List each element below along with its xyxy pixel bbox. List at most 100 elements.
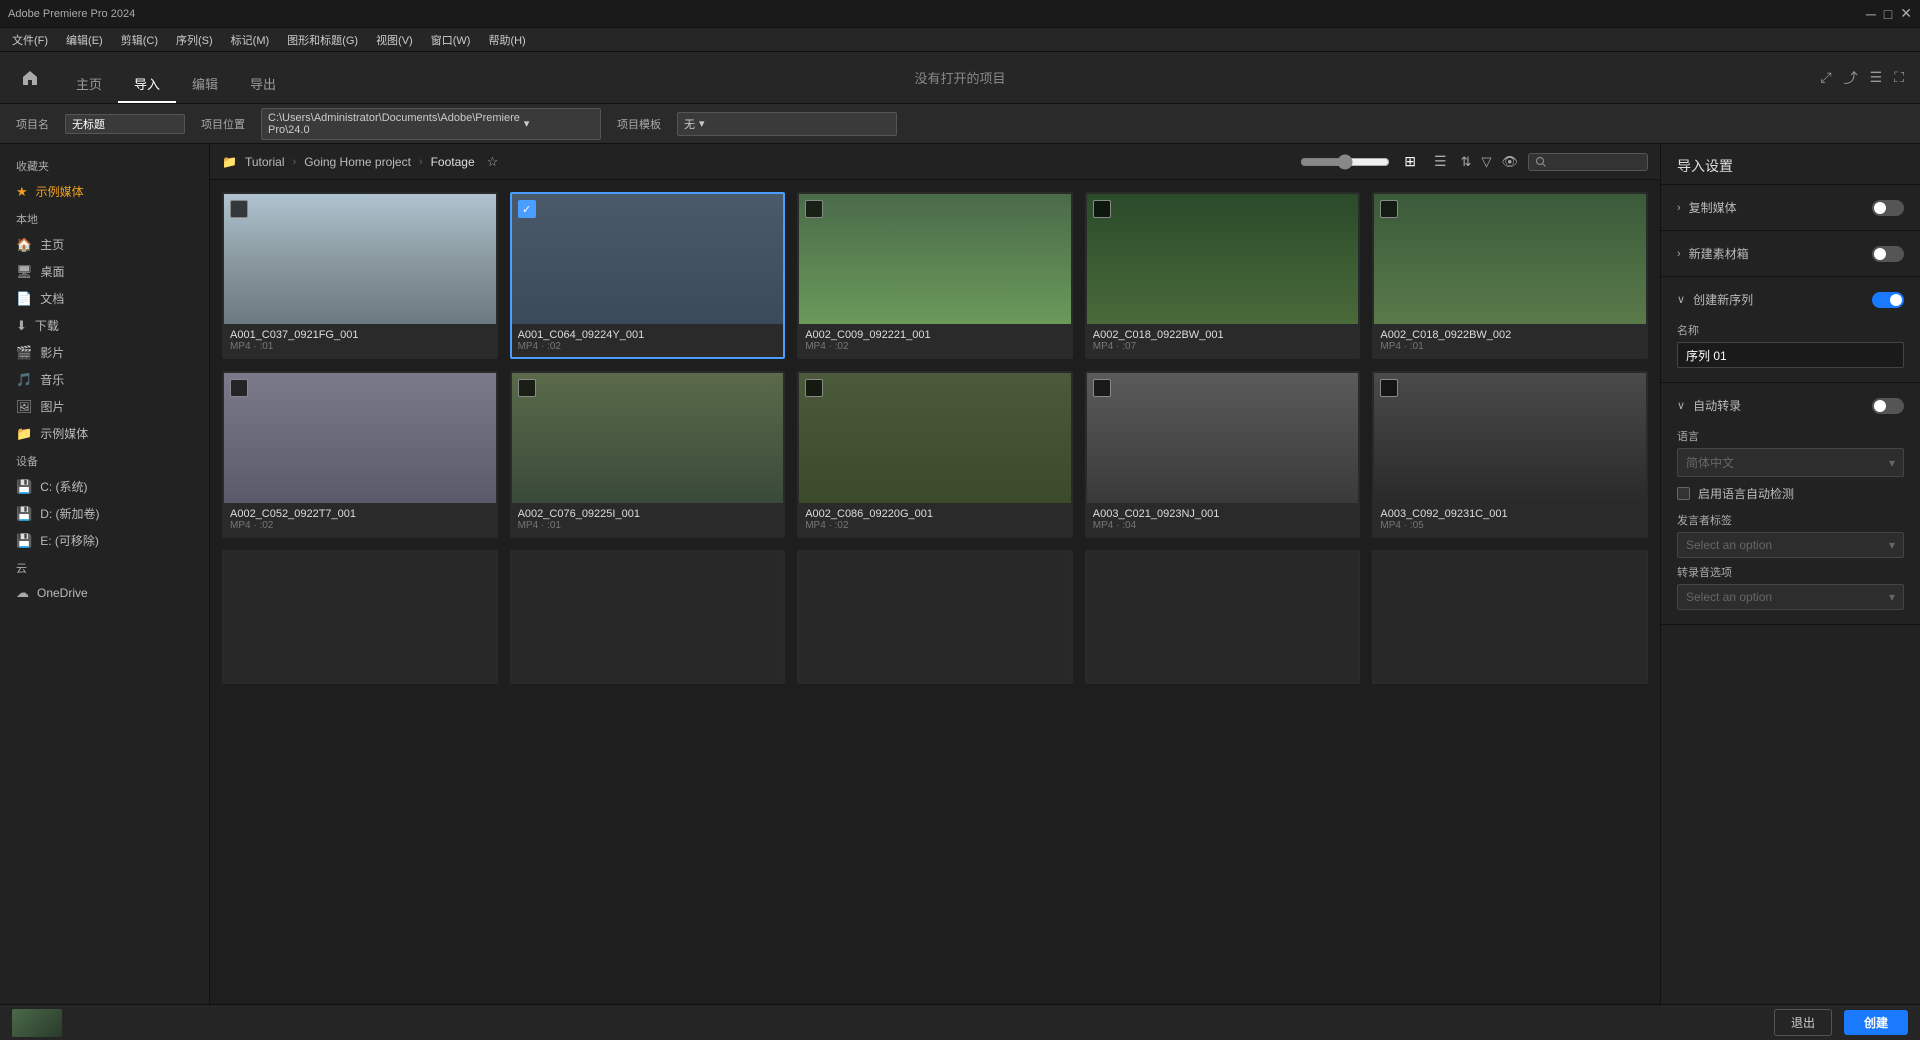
media-card-card-7[interactable]: A002_C076_09225I_001MP4 · :01 xyxy=(510,371,786,538)
sidebar-item-downloads[interactable]: ⬇ 下载 xyxy=(0,312,209,339)
card-checkbox-card-6[interactable] xyxy=(230,379,248,397)
new-bin-chevron[interactable]: › xyxy=(1677,248,1681,260)
share-icon[interactable]: ⤴ xyxy=(1844,68,1858,88)
card-checkbox-card-9[interactable] xyxy=(1093,379,1111,397)
transcribe-select[interactable]: Select an option ▾ xyxy=(1677,584,1904,610)
menu-markers[interactable]: 标记(M) xyxy=(223,30,278,50)
visibility-icon[interactable]: 👁 xyxy=(1501,154,1518,170)
template-select[interactable]: 无 ▾ xyxy=(677,112,897,136)
sidebar-item-d-drive[interactable]: 💾 D: (新加卷) xyxy=(0,500,209,527)
grid-view-button[interactable]: ⊞ xyxy=(1400,151,1420,172)
breadcrumb-item-tutorial[interactable]: Tutorial xyxy=(245,155,285,169)
sidebar-item-onedrive[interactable]: ☁ OneDrive xyxy=(0,580,209,606)
maximize-icon[interactable]: □ xyxy=(1884,6,1892,22)
tab-export[interactable]: 导出 xyxy=(234,66,292,103)
sidebar-item-c-drive[interactable]: 💾 C: (系统) xyxy=(0,473,209,500)
sidebar-c-drive-label: C: (系统) xyxy=(40,478,87,495)
favorite-star-icon[interactable]: ☆ xyxy=(487,154,499,170)
auto-transcode-row: ∨ 自动转录 xyxy=(1661,391,1920,420)
transcribe-chevron-down-icon: ▾ xyxy=(1889,590,1895,604)
auto-transcode-toggle[interactable] xyxy=(1872,398,1904,414)
speaker-select[interactable]: Select an option ▾ xyxy=(1677,532,1904,558)
menu-view[interactable]: 视图(V) xyxy=(368,30,421,50)
media-card-card-1[interactable]: A001_C037_0921FG_001MP4 · :01 xyxy=(222,192,498,359)
auto-detect-row: 启用语言自动检测 xyxy=(1661,479,1920,508)
zoom-slider[interactable] xyxy=(1300,154,1390,170)
media-card-card-4[interactable]: A002_C018_0922BW_001MP4 · :07 xyxy=(1085,192,1361,359)
project-location-select[interactable]: C:\Users\Administrator\Documents\Adobe\P… xyxy=(261,108,601,140)
titlebar: Adobe Premiere Pro 2024 ─ □ ✕ xyxy=(0,0,1920,28)
media-card-card-13[interactable] xyxy=(797,550,1073,684)
menu-file[interactable]: 文件(F) xyxy=(4,30,56,50)
sequence-name-input[interactable] xyxy=(1677,342,1904,368)
card-checkbox-card-5[interactable] xyxy=(1380,200,1398,218)
projectbar: 项目名 项目位置 C:\Users\Administrator\Document… xyxy=(0,104,1920,144)
menu-edit[interactable]: 编辑(E) xyxy=(58,30,111,50)
media-card-card-2[interactable]: ✓A001_C064_09224Y_001MP4 · :02 xyxy=(510,192,786,359)
home-button[interactable] xyxy=(16,64,44,92)
media-card-card-9[interactable]: A003_C021_0923NJ_001MP4 · :04 xyxy=(1085,371,1361,538)
copy-media-chevron[interactable]: › xyxy=(1677,202,1681,214)
media-card-card-5[interactable]: A002_C018_0922BW_002MP4 · :01 xyxy=(1372,192,1648,359)
app-title: Adobe Premiere Pro 2024 xyxy=(8,8,135,20)
language-chevron-down-icon: ▾ xyxy=(1889,456,1895,470)
auto-detect-checkbox[interactable] xyxy=(1677,487,1690,500)
create-button[interactable]: 创建 xyxy=(1844,1010,1908,1035)
media-card-card-12[interactable] xyxy=(510,550,786,684)
create-sequence-chevron[interactable]: ∨ xyxy=(1677,293,1685,306)
menu-sequence[interactable]: 序列(S) xyxy=(168,30,221,50)
sidebar-item-music[interactable]: 🎵 音乐 xyxy=(0,366,209,393)
media-card-card-14[interactable] xyxy=(1085,550,1361,684)
card-checkbox-card-4[interactable] xyxy=(1093,200,1111,218)
card-checkbox-card-7[interactable] xyxy=(518,379,536,397)
media-card-card-10[interactable]: A003_C092_09231C_001MP4 · :05 xyxy=(1372,371,1648,538)
breadcrumb-item-project[interactable]: Going Home project xyxy=(304,155,411,169)
card-checkbox-card-1[interactable] xyxy=(230,200,248,218)
exit-button[interactable]: 退出 xyxy=(1774,1009,1832,1036)
language-select[interactable]: 简体中文 ▾ xyxy=(1677,448,1904,477)
sidebar-item-e-drive[interactable]: 💾 E: (可移除) xyxy=(0,527,209,554)
panels-icon[interactable]: ☰ xyxy=(1870,69,1883,86)
copy-media-toggle[interactable] xyxy=(1872,200,1904,216)
media-card-card-15[interactable] xyxy=(1372,550,1648,684)
create-sequence-sub: 名称 xyxy=(1661,314,1920,374)
filter-icon[interactable]: ▽ xyxy=(1481,154,1491,170)
minimize-icon[interactable]: ─ xyxy=(1866,6,1876,22)
sidebar-item-movies[interactable]: 🎬 影片 xyxy=(0,339,209,366)
tab-edit[interactable]: 编辑 xyxy=(176,66,234,103)
sidebar-item-home[interactable]: 🏠 主页 xyxy=(0,231,209,258)
transcribe-placeholder: Select an option xyxy=(1686,590,1772,604)
new-bin-toggle[interactable] xyxy=(1872,246,1904,262)
card-checkbox-card-2[interactable]: ✓ xyxy=(518,200,536,218)
sidebar-item-documents[interactable]: 📄 文档 xyxy=(0,285,209,312)
sidebar-item-example-media[interactable]: ★ 示例媒体 xyxy=(0,178,209,205)
sort-icon[interactable]: ⇅ xyxy=(1461,154,1472,170)
media-card-card-3[interactable]: A002_C009_092221_001MP4 · :02 xyxy=(797,192,1073,359)
search-input[interactable] xyxy=(1551,156,1641,168)
fullscreen-icon[interactable]: ⛶ xyxy=(1894,69,1904,86)
tab-home[interactable]: 主页 xyxy=(60,66,118,103)
auto-transcode-chevron[interactable]: ∨ xyxy=(1677,399,1685,412)
sidebar-item-sample[interactable]: 📁 示例媒体 xyxy=(0,420,209,447)
close-icon[interactable]: ✕ xyxy=(1900,5,1912,22)
create-sequence-toggle[interactable] xyxy=(1872,292,1904,308)
media-card-card-8[interactable]: A002_C086_09220G_001MP4 · :02 xyxy=(797,371,1073,538)
project-name-input[interactable] xyxy=(65,114,185,134)
card-checkbox-card-8[interactable] xyxy=(805,379,823,397)
card-checkbox-card-3[interactable] xyxy=(805,200,823,218)
card-checkbox-card-10[interactable] xyxy=(1380,379,1398,397)
expand-icon[interactable]: ⤢ xyxy=(1820,69,1831,86)
media-card-card-11[interactable] xyxy=(222,550,498,684)
tab-import[interactable]: 导入 xyxy=(118,66,176,103)
menu-help[interactable]: 帮助(H) xyxy=(480,30,533,50)
media-card-card-6[interactable]: A002_C052_0922T7_001MP4 · :02 xyxy=(222,371,498,538)
list-view-button[interactable]: ☰ xyxy=(1430,151,1451,172)
menu-graphics[interactable]: 图形和标题(G) xyxy=(279,30,366,50)
menu-clip[interactable]: 剪辑(C) xyxy=(113,30,166,50)
sidebar-item-desktop[interactable]: 🖥 桌面 xyxy=(0,258,209,285)
sidebar-item-pictures[interactable]: 🖼 图片 xyxy=(0,393,209,420)
card-meta-card-6: MP4 · :02 xyxy=(230,520,490,531)
menu-window[interactable]: 窗口(W) xyxy=(423,30,479,50)
card-name-card-4: A002_C018_0922BW_001 xyxy=(1093,329,1353,341)
auto-detect-label: 启用语言自动检测 xyxy=(1698,485,1794,502)
